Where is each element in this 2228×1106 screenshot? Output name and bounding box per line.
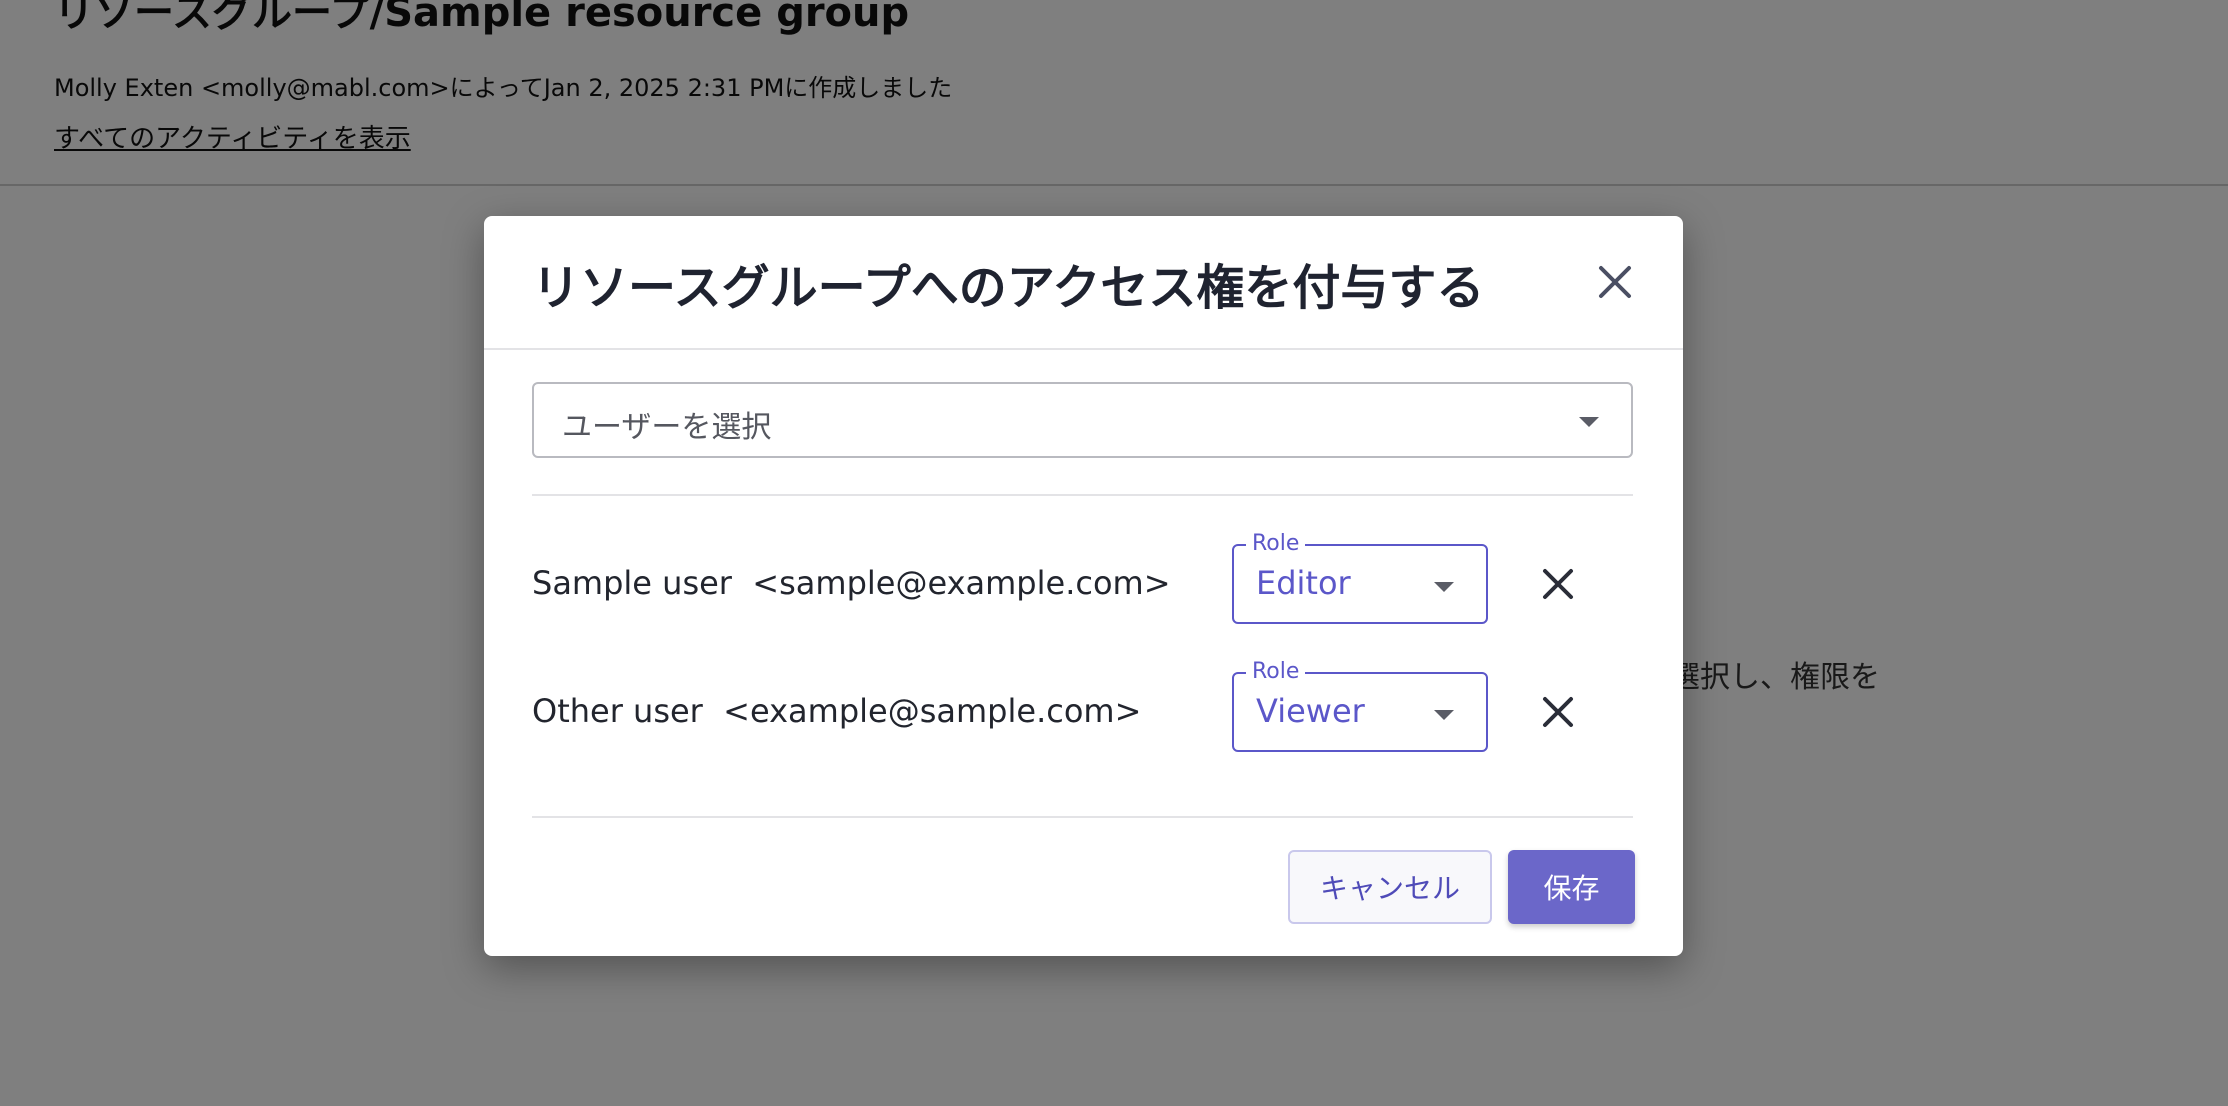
dialog-header: リソースグループへのアクセス権を付与する — [484, 216, 1683, 350]
dialog-title: リソースグループへのアクセス権を付与する — [532, 260, 1485, 316]
user-email: <sample@example.com> — [752, 564, 1171, 602]
divider — [532, 494, 1633, 496]
user-select-placeholder: ユーザーを選択 — [562, 410, 772, 445]
role-label: Role — [1246, 659, 1306, 685]
close-icon — [1543, 569, 1573, 599]
user-name: Other user — [532, 692, 703, 730]
user-row: Other user <example@sample.com> Role Vie… — [532, 659, 1633, 752]
role-value: Viewer — [1256, 692, 1365, 730]
user-select[interactable]: ユーザーを選択 — [532, 382, 1633, 458]
remove-user-button[interactable] — [1532, 558, 1584, 610]
role-label: Role — [1246, 531, 1306, 557]
cancel-button[interactable]: キャンセル — [1288, 850, 1492, 924]
role-select[interactable]: Role Viewer — [1232, 659, 1488, 752]
divider — [532, 816, 1633, 818]
user-identity: Sample user <sample@example.com> — [532, 564, 1171, 602]
close-button[interactable] — [1587, 254, 1643, 310]
user-row: Sample user <sample@example.com> Role Ed… — [532, 531, 1633, 624]
user-email: <example@sample.com> — [723, 692, 1142, 730]
chevron-down-icon — [1579, 417, 1599, 427]
close-icon — [1599, 266, 1631, 298]
chevron-down-icon — [1434, 582, 1454, 592]
grant-access-dialog: リソースグループへのアクセス権を付与する ユーザーを選択 Sample user… — [484, 216, 1683, 956]
remove-user-button[interactable] — [1532, 686, 1584, 738]
user-identity: Other user <example@sample.com> — [532, 692, 1141, 730]
role-select[interactable]: Role Editor — [1232, 531, 1488, 624]
user-name: Sample user — [532, 564, 732, 602]
role-value: Editor — [1256, 564, 1351, 602]
chevron-down-icon — [1434, 710, 1454, 720]
save-button[interactable]: 保存 — [1508, 850, 1635, 924]
close-icon — [1543, 697, 1573, 727]
